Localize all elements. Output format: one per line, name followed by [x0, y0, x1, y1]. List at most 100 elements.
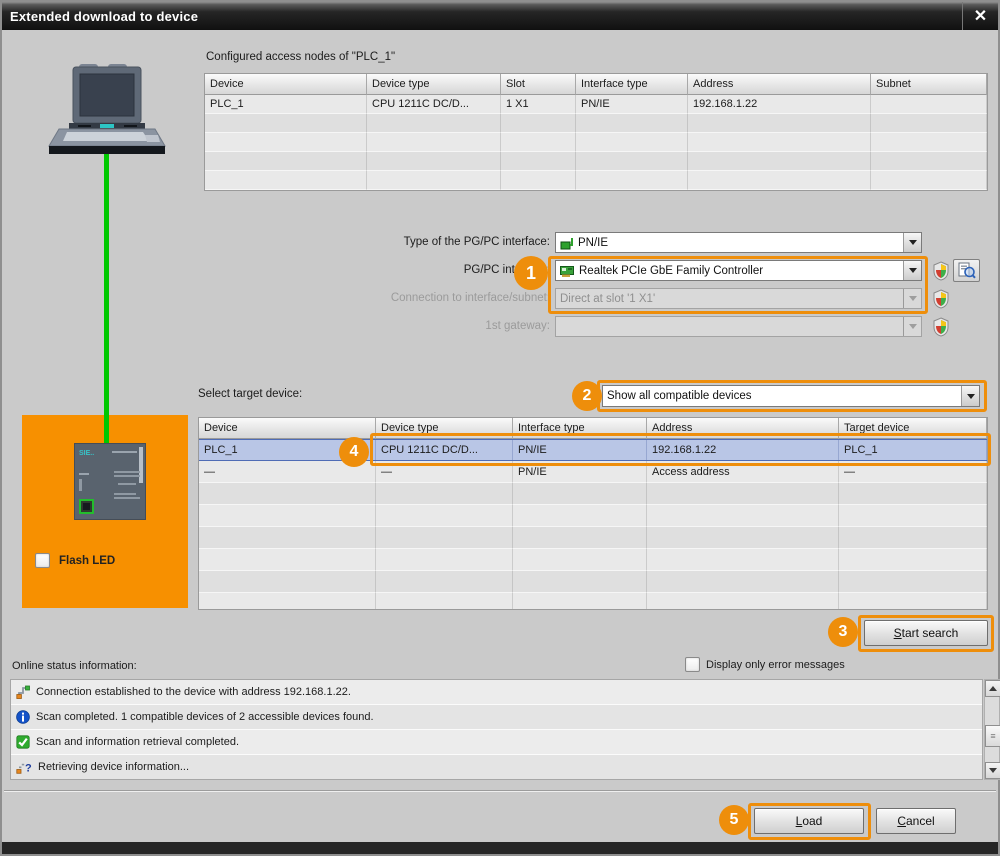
flash-led-label: Flash LED [59, 555, 115, 567]
button-label: oad [802, 814, 822, 828]
table-row[interactable]: PLC_1 CPU 1211C DC/D... 1 X1 PN/IE 192.1… [205, 95, 987, 114]
configured-nodes-label: Configured access nodes of "PLC_1" [206, 51, 395, 63]
load-button[interactable]: Load [754, 808, 864, 834]
column-header[interactable]: Address [647, 418, 839, 439]
close-icon: ✕ [974, 6, 987, 26]
status-scrollbar: ≡ [984, 679, 1000, 780]
configured-nodes-table: Device Device type Slot Interface type A… [204, 73, 988, 191]
pgpc-type-select[interactable]: PN/IE [555, 232, 922, 253]
device-filter-select[interactable]: Show all compatible devices [602, 385, 980, 407]
cell-target-device: — [839, 461, 987, 483]
pgpc-interface-label: PG/PC interface: [302, 264, 550, 276]
flash-led-checkbox[interactable] [35, 553, 50, 568]
svg-text:?: ? [25, 763, 32, 775]
column-header[interactable]: Target device [839, 418, 987, 439]
screen: Extended download to device ✕ SIE.. [0, 0, 1000, 856]
column-header[interactable]: Device type [376, 418, 513, 439]
column-header[interactable]: Slot [501, 74, 576, 95]
connection-subnet-select: Direct at slot '1 X1' [555, 288, 922, 309]
target-device-table: Device Device type Interface type Addres… [198, 417, 988, 610]
button-label: ancel [906, 814, 935, 828]
connection-icon [16, 685, 30, 699]
scroll-down-button[interactable] [985, 762, 1000, 779]
status-message-list: Connection established to the device wit… [10, 679, 983, 780]
annotation-circle-3: 3 [828, 617, 858, 647]
scroll-thumb[interactable]: ≡ [985, 725, 1000, 747]
error-filter-checkbox[interactable] [685, 657, 700, 672]
cell-device-type: CPU 1211C DC/D... [376, 440, 513, 460]
cell-subnet [871, 95, 987, 114]
annotation-circle-1: 1 [514, 256, 548, 290]
table-row-empty [199, 527, 987, 549]
pgpc-interface-select[interactable]: Realtek PCIe GbE Family Controller [555, 260, 922, 281]
cell-address: 192.168.1.22 [688, 95, 871, 114]
column-header[interactable]: Device [199, 418, 376, 439]
button-label: C [897, 814, 906, 828]
table-row-empty [205, 171, 987, 190]
annotation-circle-4: 4 [339, 437, 369, 467]
button-label: S [894, 626, 902, 640]
button-label: tart search [902, 626, 959, 640]
status-row: Connection established to the device wit… [11, 680, 982, 705]
target-row-selected[interactable]: PLC_1 CPU 1211C DC/D... PN/IE 192.168.1.… [199, 439, 987, 461]
start-search-button[interactable]: Start search [864, 620, 988, 646]
chevron-down-icon[interactable] [961, 386, 979, 406]
plc-device-icon: SIE.. [74, 443, 146, 520]
dialog-bottom-edge [2, 842, 998, 854]
annotation-circle-5: 5 [719, 805, 749, 835]
status-text: Scan and information retrieval completed… [36, 736, 239, 748]
column-header[interactable]: Interface type [513, 418, 647, 439]
status-row: Scan completed. 1 compatible devices of … [11, 705, 982, 730]
network-cable [104, 154, 109, 446]
column-header[interactable]: Address [688, 74, 871, 95]
target-row-access[interactable]: — — PN/IE Access address — [199, 461, 987, 483]
pgpc-type-value: PN/IE [578, 237, 608, 249]
gateway-label: 1st gateway: [302, 320, 550, 332]
status-text: Connection established to the device wit… [36, 686, 351, 698]
svg-text:SIE..: SIE.. [79, 450, 94, 457]
annotation-number: 2 [583, 387, 592, 405]
annotation-circle-2: 2 [572, 381, 602, 411]
bottom-divider [4, 790, 996, 792]
column-header[interactable]: Subnet [871, 74, 987, 95]
cell-device: PLC_1 [205, 95, 367, 114]
annotation-number: 1 [526, 263, 536, 284]
column-header[interactable]: Interface type [576, 74, 688, 95]
annotation-number: 5 [730, 811, 739, 829]
table-row-empty [199, 571, 987, 593]
cell-address: Access address [647, 461, 839, 483]
title-bar: Extended download to device [2, 2, 998, 30]
cell-address: 192.168.1.22 [647, 440, 839, 460]
extended-download-dialog: Extended download to device ✕ SIE.. [0, 0, 1000, 856]
device-filter-value: Show all compatible devices [607, 390, 751, 402]
security-shield-icon [932, 317, 950, 337]
cancel-button[interactable]: Cancel [876, 808, 956, 834]
laptop-icon [48, 64, 166, 156]
table-row-empty [199, 483, 987, 505]
dialog-title: Extended download to device [2, 9, 198, 24]
close-button[interactable]: ✕ [962, 2, 998, 30]
pgpc-interface-value: Realtek PCIe GbE Family Controller [579, 265, 763, 277]
cell-interface-type: PN/IE [576, 95, 688, 114]
scroll-up-button[interactable] [985, 680, 1000, 697]
select-target-label: Select target device: [198, 388, 302, 400]
table-row-empty [205, 152, 987, 171]
query-icon: ? [16, 760, 32, 774]
search-icon [958, 262, 976, 279]
chevron-down-icon [903, 289, 921, 308]
online-status-label: Online status information: [12, 660, 137, 672]
column-header[interactable]: Device [205, 74, 367, 95]
annotation-number: 4 [350, 443, 359, 461]
security-shield-icon [932, 261, 950, 281]
cell-interface-type: PN/IE [513, 440, 647, 460]
chevron-down-icon[interactable] [903, 233, 921, 252]
status-text: Retrieving device information... [38, 761, 189, 773]
show-accessible-devices-button[interactable] [953, 259, 980, 282]
column-header[interactable]: Device type [367, 74, 501, 95]
cell-target-device: PLC_1 [839, 440, 987, 460]
security-shield-icon [932, 289, 950, 309]
chevron-down-icon[interactable] [903, 261, 921, 280]
table-row-empty [199, 549, 987, 571]
connection-subnet-value: Direct at slot '1 X1' [560, 293, 655, 305]
network-card-icon [560, 264, 575, 278]
